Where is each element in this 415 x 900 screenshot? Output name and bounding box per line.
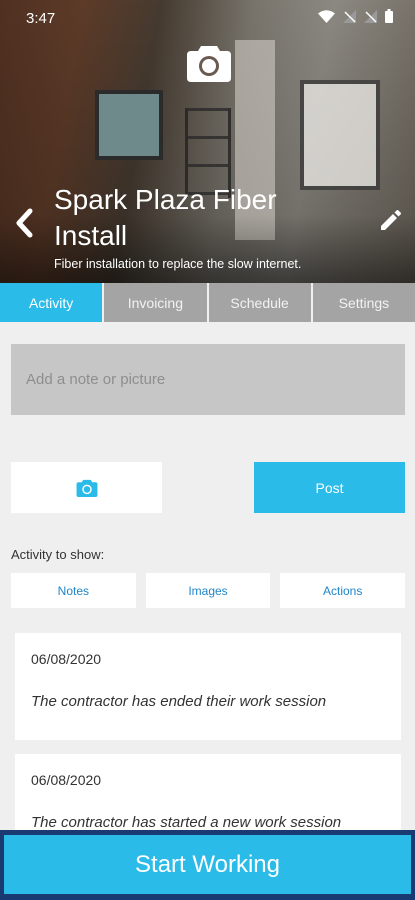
filter-actions-button[interactable]: Actions: [280, 573, 406, 608]
activity-text: The contractor has ended their work sess…: [31, 693, 327, 710]
activity-card: 06/08/2020 The contractor has ended thei…: [15, 633, 401, 740]
no-signal-icon: [364, 9, 377, 23]
pencil-icon: [381, 210, 401, 230]
tab-schedule[interactable]: Schedule: [208, 283, 311, 322]
project-subtitle: Fiber installation to replace the slow i…: [54, 257, 302, 271]
activity-text: The contractor has started a new work se…: [31, 814, 342, 831]
project-header: 3:47 Spark Plaza Fiber Install Fiber ins…: [0, 0, 415, 283]
no-signal-icon: [343, 9, 356, 23]
wifi-icon: [318, 9, 335, 23]
tab-settings[interactable]: Settings: [312, 283, 415, 322]
tab-activity[interactable]: Activity: [0, 283, 103, 322]
header-photo-window: [300, 80, 380, 190]
battery-icon: [385, 9, 393, 23]
activity-date: 06/08/2020: [31, 651, 102, 667]
status-icons: [318, 9, 393, 23]
status-time: 3:47: [26, 10, 56, 27]
activity-filters: Notes Images Actions: [11, 573, 406, 608]
add-photo-button[interactable]: [11, 462, 162, 513]
start-working-button[interactable]: Start Working: [4, 835, 411, 894]
chevron-left-icon: [16, 208, 33, 238]
status-bar: 3:47: [0, 0, 415, 36]
activity-filter-label: Activity to show:: [11, 547, 105, 562]
back-button[interactable]: [8, 205, 40, 241]
camera-icon: [76, 479, 97, 497]
post-button[interactable]: Post: [254, 462, 405, 513]
note-input[interactable]: [11, 344, 405, 415]
start-working-container: Start Working: [0, 830, 415, 900]
project-title: Spark Plaza Fiber Install: [54, 184, 277, 251]
edit-button[interactable]: [379, 210, 405, 236]
tab-bar: Activity Invoicing Schedule Settings: [0, 283, 415, 322]
tab-invoicing[interactable]: Invoicing: [104, 283, 207, 322]
filter-notes-button[interactable]: Notes: [11, 573, 136, 608]
camera-icon[interactable]: [187, 42, 231, 82]
activity-date: 06/08/2020: [31, 772, 102, 788]
filter-images-button[interactable]: Images: [145, 573, 271, 608]
header-photo-frame: [95, 90, 163, 160]
